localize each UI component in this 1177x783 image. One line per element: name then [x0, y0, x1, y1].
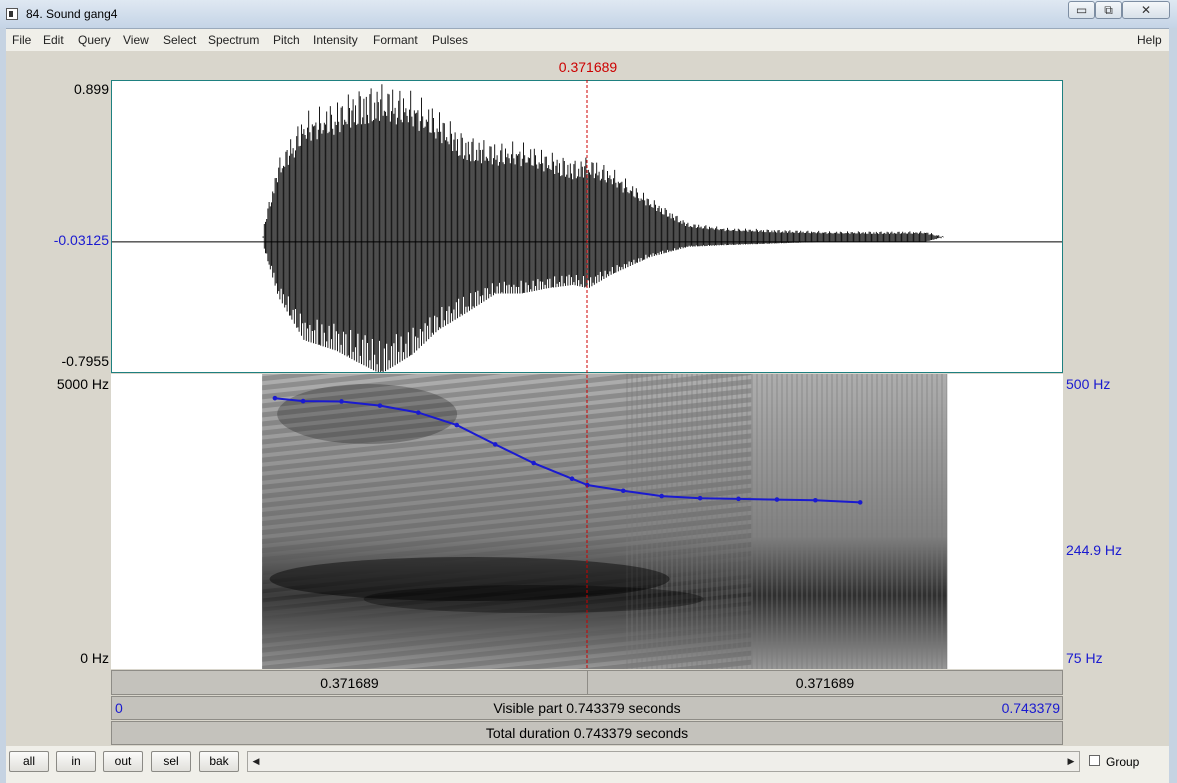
pitch-max-label: 500 Hz	[1066, 376, 1111, 392]
zoom-all-button[interactable]: all	[9, 751, 49, 772]
cursor-time-label: 0.371689	[558, 59, 618, 75]
time-scrollbar[interactable]: ◀ ▶	[247, 751, 1080, 772]
selection-right-duration: 0.371689	[795, 675, 855, 691]
title-bar	[0, 0, 1177, 29]
menu-file[interactable]: File	[12, 33, 31, 47]
total-duration-label: Total duration 0.743379 seconds	[485, 725, 689, 741]
menu-view[interactable]: View	[123, 33, 149, 47]
scroll-left-icon[interactable]: ◀	[248, 752, 264, 771]
window-frame-right	[1169, 28, 1177, 783]
window-title: 84. Sound gang4	[26, 7, 118, 21]
spectrogram-min-freq-label: 0 Hz	[80, 650, 109, 666]
group-checkbox[interactable]	[1089, 755, 1100, 766]
maximize-button[interactable]: ⧉	[1095, 1, 1122, 19]
selection-left-duration: 0.371689	[320, 675, 379, 691]
waveform-max-label: 0.899	[73, 81, 109, 97]
pitch-value-label: 244.9 Hz	[1066, 542, 1123, 558]
close-button[interactable]: ✕	[1122, 1, 1170, 19]
menu-intensity[interactable]: Intensity	[313, 33, 358, 47]
zoom-back-button[interactable]: bak	[199, 751, 239, 772]
menu-bar: File Edit Query View Select Spectrum Pit…	[6, 29, 1169, 52]
menu-help[interactable]: Help	[1137, 33, 1162, 47]
app-icon	[6, 8, 18, 20]
selection-bar[interactable]: 0.371689 0.371689	[111, 670, 1063, 695]
group-label: Group	[1106, 755, 1140, 769]
visible-part-bar[interactable]: 0 Visible part 0.743379 seconds 0.743379	[111, 696, 1063, 720]
waveform-zero-label: -0.03125	[53, 232, 109, 248]
total-duration-bar[interactable]: Total duration 0.743379 seconds	[111, 721, 1063, 745]
zoom-in-button[interactable]: in	[56, 751, 96, 772]
zoom-out-button[interactable]: out	[103, 751, 143, 772]
menu-pulses[interactable]: Pulses	[432, 33, 468, 47]
menu-edit[interactable]: Edit	[43, 33, 64, 47]
visible-part-label: Visible part 0.743379 seconds	[493, 700, 681, 716]
cursor-line	[586, 80, 588, 670]
waveform-min-label: -0.7955	[61, 353, 109, 369]
menu-spectrum[interactable]: Spectrum	[208, 33, 259, 47]
minimize-button[interactable]: ▭	[1068, 1, 1095, 19]
menu-pitch[interactable]: Pitch	[273, 33, 300, 47]
menu-formant[interactable]: Formant	[373, 33, 418, 47]
pitch-min-label: 75 Hz	[1066, 650, 1103, 666]
scroll-right-icon[interactable]: ▶	[1063, 752, 1079, 771]
menu-select[interactable]: Select	[163, 33, 196, 47]
spectrogram-max-freq-label: 5000 Hz	[56, 376, 109, 392]
visible-end-label: 0.743379	[1001, 700, 1060, 716]
zoom-selection-button[interactable]: sel	[151, 751, 191, 772]
menu-query[interactable]: Query	[78, 33, 111, 47]
